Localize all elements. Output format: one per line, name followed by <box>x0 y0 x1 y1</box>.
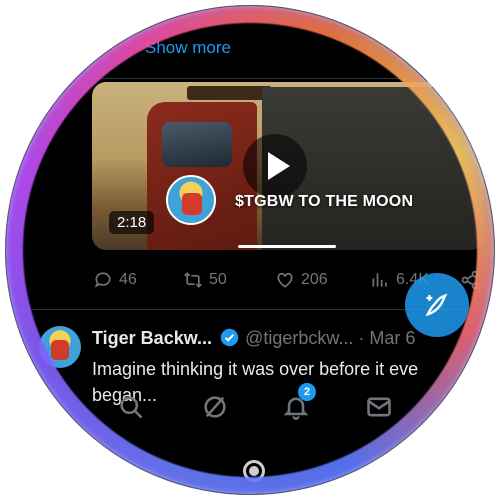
tweet-text-line: Imagine thinking it was over before it e… <box>92 359 419 379</box>
mail-icon <box>367 397 391 417</box>
avatar[interactable] <box>39 326 81 368</box>
author-handle: @tigerbckw... <box>245 328 354 348</box>
compose-feather-icon <box>425 293 448 317</box>
notification-badge: 2 <box>298 383 316 401</box>
home-indicator[interactable] <box>243 460 265 482</box>
nav-grok[interactable] <box>201 393 231 423</box>
reply-count: 46 <box>119 271 137 288</box>
like-button[interactable]: 206 <box>275 270 328 290</box>
tweet-header: Tiger Backw... @tigerbckw... · Mar 6 <box>92 328 415 349</box>
divider <box>90 78 490 79</box>
play-button[interactable] <box>243 134 307 198</box>
watch-screen: Show more $TGBW TO THE MOON 2:18 46 50 2… <box>5 5 495 495</box>
reply-icon <box>94 272 111 288</box>
tweet-date: · Mar 6 <box>358 328 416 348</box>
grok-icon <box>204 396 226 418</box>
like-count: 206 <box>301 271 328 288</box>
video-frame-rack <box>187 86 272 100</box>
video-avatar <box>166 175 216 225</box>
video-caption: $TGBW TO THE MOON <box>235 193 414 210</box>
video-duration: 2:18 <box>109 211 155 234</box>
video-progress-bar[interactable] <box>238 245 336 248</box>
views-icon <box>372 273 387 287</box>
repost-icon <box>184 272 202 288</box>
repost-button[interactable]: 50 <box>183 270 227 290</box>
show-more-link[interactable]: Show more <box>145 38 231 58</box>
compose-button[interactable] <box>405 273 469 337</box>
nav-messages[interactable] <box>365 393 395 423</box>
heart-icon <box>277 272 293 288</box>
author-name[interactable]: Tiger Backw... <box>92 328 212 348</box>
nav-search[interactable] <box>117 393 147 423</box>
verified-badge-icon <box>220 328 239 347</box>
video-frame-truck-window <box>162 122 232 167</box>
bottom-nav <box>5 393 495 429</box>
repost-count: 50 <box>209 271 227 288</box>
reply-button[interactable]: 46 <box>93 270 137 290</box>
search-icon <box>120 396 143 419</box>
